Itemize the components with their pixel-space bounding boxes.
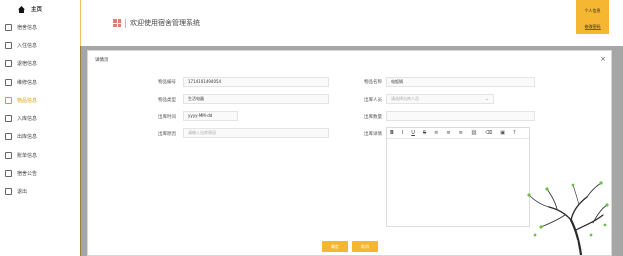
- building-icon: [5, 23, 12, 31]
- checkin-icon: [5, 41, 12, 49]
- sidebar-item-label: 维修信息: [17, 79, 38, 86]
- grid-icon: [113, 19, 121, 27]
- sidebar-item-repair[interactable]: 维修信息: [0, 73, 80, 91]
- outbound-icon: [5, 133, 12, 141]
- sidebar-item-goods[interactable]: 物品信息: [0, 91, 80, 109]
- strikethrough-icon[interactable]: S: [423, 130, 426, 136]
- sidebar-item-notice[interactable]: 宿舍公告: [0, 164, 80, 182]
- change-password-label: 修改密码: [584, 24, 601, 30]
- sidebar-item-label: 宿舍信息: [17, 24, 38, 31]
- item-type-label: 物品类型: [158, 98, 176, 103]
- detail-editor[interactable]: B I U S ≡ ≡ ≡ ⛓ ⌫ ▣ ?: [386, 127, 530, 227]
- home-icon: [18, 5, 25, 13]
- logout-icon: [5, 188, 12, 196]
- sidebar-item-label: 入库信息: [17, 116, 38, 123]
- chevron-down-icon: ⌄: [484, 96, 489, 102]
- time-picker[interactable]: yyyy-MM-dd: [183, 111, 238, 121]
- time-label: 出库时间: [158, 115, 176, 120]
- checkout-icon: [5, 60, 12, 68]
- sidebar-item-dorm[interactable]: 宿舍信息: [0, 18, 80, 36]
- detail-label: 出库详情: [364, 132, 382, 137]
- item-name-label: 物品名称: [364, 80, 382, 85]
- sidebar-item-checkin[interactable]: 入住信息: [0, 36, 80, 54]
- ok-button[interactable]: 确定: [322, 241, 348, 252]
- goods-icon: [5, 96, 12, 104]
- align-right-icon[interactable]: ≡: [459, 130, 463, 136]
- watermark: CSDN @你才在几里G68: [500, 239, 579, 247]
- italic-icon[interactable]: I: [402, 130, 403, 136]
- help-icon[interactable]: ?: [513, 130, 516, 136]
- align-left-icon[interactable]: ≡: [434, 130, 438, 136]
- notice-icon: [5, 170, 12, 178]
- item-no-field[interactable]: 1714101494054: [183, 77, 329, 87]
- sidebar-item-label: 物品信息: [17, 97, 38, 104]
- change-password-link[interactable]: 修改密码: [576, 24, 609, 30]
- sidebar-item-inbound[interactable]: 入库信息: [0, 109, 80, 127]
- image-icon[interactable]: ▣: [500, 130, 505, 136]
- item-name-field[interactable]: 电饭锅: [386, 77, 535, 87]
- qty-field[interactable]: [386, 111, 535, 121]
- sidebar-item-label: 账单信息: [17, 152, 38, 159]
- bold-icon[interactable]: B: [390, 130, 394, 136]
- sidebar-item-label: 宿舍公告: [17, 171, 38, 178]
- cancel-button[interactable]: 取消: [352, 241, 378, 252]
- sidebar-item-checkout[interactable]: 退宿信息: [0, 55, 80, 73]
- sidebar-item-label: 出库信息: [17, 134, 38, 141]
- underline-icon[interactable]: U: [411, 130, 415, 136]
- sidebar-item-label: 退宿信息: [17, 61, 38, 68]
- sidebar-item-logout[interactable]: 退出: [0, 183, 80, 201]
- divider: [125, 18, 126, 28]
- dialog-title: 详情页: [95, 58, 109, 63]
- staff-select-value: 请选择出库人员: [391, 96, 419, 101]
- sidebar-item-bill[interactable]: 账单信息: [0, 146, 80, 164]
- sidebar-item-label: 退出: [17, 189, 28, 196]
- item-no-label: 物品编号: [158, 80, 176, 85]
- page-title: 欢迎使用宿舍管理系统: [130, 19, 200, 27]
- editor-toolbar: B I U S ≡ ≡ ≡ ⛓ ⌫ ▣ ?: [387, 128, 529, 139]
- sidebar-item-outbound[interactable]: 出库信息: [0, 128, 80, 146]
- reason-label: 出库原因: [158, 132, 176, 137]
- staff-select[interactable]: 请选择出库人员 ⌄: [386, 94, 494, 104]
- profile-link[interactable]: 个人信息: [576, 8, 609, 14]
- bill-icon: [5, 151, 12, 159]
- align-center-icon[interactable]: ≡: [446, 130, 450, 136]
- link-icon[interactable]: ⛓: [471, 130, 477, 136]
- detail-dialog: 详情页 × 物品编号 1714101494054 物品名称 电饭锅 物品类型 生…: [87, 50, 612, 256]
- user-menu: 个人信息 修改密码: [576, 0, 609, 34]
- sidebar-home[interactable]: 主页: [0, 0, 80, 18]
- brand: 欢迎使用宿舍管理系统: [113, 18, 200, 28]
- close-icon[interactable]: ×: [600, 55, 606, 63]
- sidebar-item-label: 入住信息: [17, 42, 38, 49]
- sidebar: 主页 宿舍信息 入住信息 退宿信息 维修信息 物品信息 入库信息 出库信息 账单…: [0, 0, 81, 256]
- repair-icon: [5, 78, 12, 86]
- reason-field[interactable]: 请输入出库原因: [183, 128, 329, 138]
- header: 欢迎使用宿舍管理系统 个人信息 修改密码: [80, 0, 623, 47]
- clear-format-icon[interactable]: ⌫: [485, 130, 492, 136]
- sidebar-home-label: 主页: [31, 7, 43, 13]
- item-type-field[interactable]: 生活电器: [183, 94, 329, 104]
- inbound-icon: [5, 115, 12, 123]
- qty-label: 出库数量: [364, 115, 382, 120]
- staff-label: 出库人员: [364, 98, 382, 103]
